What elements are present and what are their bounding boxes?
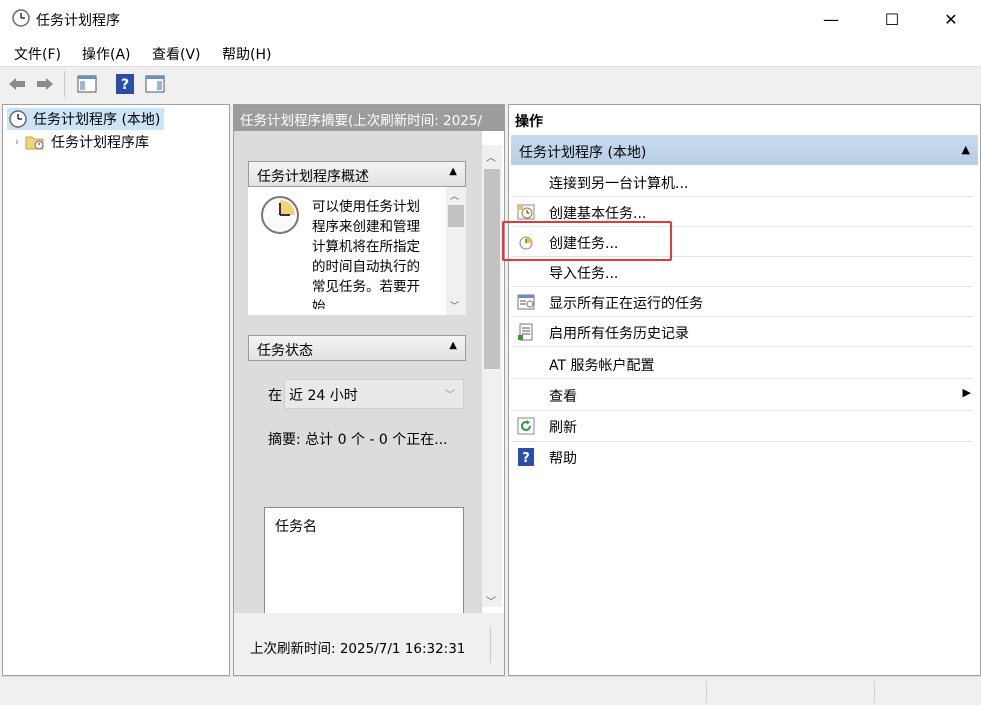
actions-pane: 操作 任务计划程序 (本地) ▲ 连接到另一台计算机... 创建基本任务... …: [508, 104, 981, 676]
action-label: 帮助: [549, 451, 577, 467]
history-icon: [518, 323, 533, 341]
overview-text: 可以使用任务计划程序来创建和管理计算机将在所指定的时间自动执行的常见任务。若要开…: [312, 199, 420, 309]
status-separator: [874, 681, 875, 703]
chevron-down-icon: ﹀: [445, 390, 455, 401]
tree-root-label: 任务计划程序 (本地): [33, 112, 161, 128]
menu-view[interactable]: 查看(V): [152, 44, 201, 64]
refresh-icon: [517, 417, 535, 435]
chevron-right-icon[interactable]: ›: [15, 137, 19, 148]
overview-scrollbar[interactable]: ︿ ﹀: [446, 187, 466, 315]
status-title: 任务状态: [257, 343, 313, 359]
highlight-box: [502, 221, 672, 261]
action-label: 启用所有任务历史记录: [549, 326, 689, 342]
action-show-running-tasks[interactable]: 显示所有正在运行的任务: [511, 287, 973, 317]
show-hide-action-pane-icon[interactable]: [144, 73, 166, 95]
svg-text:?: ?: [121, 77, 129, 93]
status-bar: [0, 676, 981, 705]
close-button[interactable]: ✕: [928, 0, 974, 38]
forward-icon[interactable]: [34, 73, 56, 95]
action-label: 连接到另一台计算机...: [549, 176, 689, 192]
actions-title: 操作: [515, 114, 543, 130]
minimize-button[interactable]: —: [808, 0, 854, 38]
show-hide-tree-icon[interactable]: [76, 73, 98, 95]
action-refresh[interactable]: 刷新: [511, 411, 973, 442]
actions-section-label: 任务计划程序 (本地): [519, 145, 647, 161]
navigation-tree: 任务计划程序 (本地) › 任务计划程序库: [2, 104, 230, 676]
toolbar: ?: [0, 66, 981, 103]
summary-footer: 上次刷新时间: 2025/7/1 16:32:31: [234, 613, 504, 675]
collapse-icon[interactable]: ▲: [962, 143, 970, 156]
action-label: 查看: [549, 389, 577, 405]
scroll-down-icon[interactable]: ﹀: [450, 299, 459, 312]
scroll-thumb[interactable]: [448, 205, 464, 227]
status-select-value: 近 24 小时: [289, 388, 358, 404]
menu-action[interactable]: 操作(A): [82, 44, 131, 64]
title-bar: 任务计划程序 — ☐ ✕: [0, 0, 981, 38]
scroll-up-icon[interactable]: ︿: [450, 189, 459, 202]
tree-library-label: 任务计划程序库: [51, 135, 149, 151]
clock-icon: [261, 196, 299, 234]
action-at-service-config[interactable]: AT 服务帐户配置: [511, 347, 973, 379]
collapse-icon[interactable]: ▲: [449, 340, 457, 351]
folder-clock-icon: [25, 136, 44, 150]
scroll-thumb[interactable]: [484, 169, 500, 369]
tree-root-local[interactable]: 任务计划程序 (本地): [7, 108, 165, 130]
action-label: 显示所有正在运行的任务: [549, 296, 703, 312]
action-view[interactable]: 查看 ▶: [511, 379, 973, 411]
basic-task-icon: [517, 204, 535, 220]
action-import-task[interactable]: 导入任务...: [511, 257, 973, 287]
action-help[interactable]: ? 帮助: [511, 442, 973, 472]
action-connect-computer[interactable]: 连接到另一台计算机...: [511, 167, 973, 197]
action-label: AT 服务帐户配置: [549, 358, 655, 374]
overview-title: 任务计划程序概述: [257, 169, 369, 185]
toolbar-separator: [64, 71, 65, 97]
menu-file[interactable]: 文件(F): [14, 44, 61, 64]
actions-section-header[interactable]: 任务计划程序 (本地) ▲: [511, 135, 978, 165]
window-title: 任务计划程序: [36, 13, 120, 29]
scroll-down-icon[interactable]: ﹀: [486, 593, 496, 608]
footer-separator: [490, 627, 491, 663]
action-enable-history[interactable]: 启用所有任务历史记录: [511, 317, 973, 347]
running-tasks-icon: [517, 294, 535, 310]
task-name-column-header[interactable]: 任务名: [275, 519, 317, 535]
status-separator: [706, 681, 707, 703]
action-label: 创建基本任务...: [549, 206, 647, 222]
overview-box: 可以使用任务计划程序来创建和管理计算机将在所指定的时间自动执行的常见任务。若要开…: [248, 187, 466, 315]
summary-header: 任务计划程序摘要(上次刷新时间: 2025/: [234, 105, 504, 131]
task-list[interactable]: 任务名: [264, 507, 464, 617]
clock-icon: [9, 110, 27, 128]
clock-icon: [12, 9, 30, 27]
back-icon[interactable]: [6, 73, 28, 95]
menu-bar: 文件(F) 操作(A) 查看(V) 帮助(H): [0, 38, 981, 66]
scroll-up-icon[interactable]: ︿: [486, 149, 496, 164]
svg-text:?: ?: [522, 451, 530, 466]
collapse-icon[interactable]: ▲: [449, 166, 457, 177]
status-section-header[interactable]: 任务状态 ▲: [248, 335, 466, 361]
action-label: 导入任务...: [549, 266, 619, 282]
action-label: 刷新: [549, 420, 577, 436]
submenu-arrow-icon: ▶: [962, 386, 971, 399]
summary-scrollbar[interactable]: ︿ ﹀: [482, 145, 502, 608]
summary-pane: 任务计划程序摘要(上次刷新时间: 2025/ 任务计划程序概述 ▲ 可以使用任务…: [233, 104, 505, 676]
help-icon: ?: [518, 448, 534, 466]
status-prefix: 在: [268, 388, 282, 404]
help-toolbar-icon[interactable]: ?: [114, 73, 136, 95]
last-refresh-time: 上次刷新时间: 2025/7/1 16:32:31: [250, 641, 466, 657]
maximize-button[interactable]: ☐: [869, 0, 915, 38]
tree-item-library[interactable]: › 任务计划程序库: [15, 132, 149, 152]
summary-content: 任务计划程序概述 ▲ 可以使用任务计划程序来创建和管理计算机将在所指定的时间自动…: [234, 131, 482, 617]
menu-help[interactable]: 帮助(H): [222, 44, 271, 64]
overview-section-header[interactable]: 任务计划程序概述 ▲: [248, 161, 466, 187]
status-summary: 摘要: 总计 0 个 - 0 个正在...: [268, 432, 448, 448]
status-period-select[interactable]: 近 24 小时 ﹀: [284, 379, 464, 409]
